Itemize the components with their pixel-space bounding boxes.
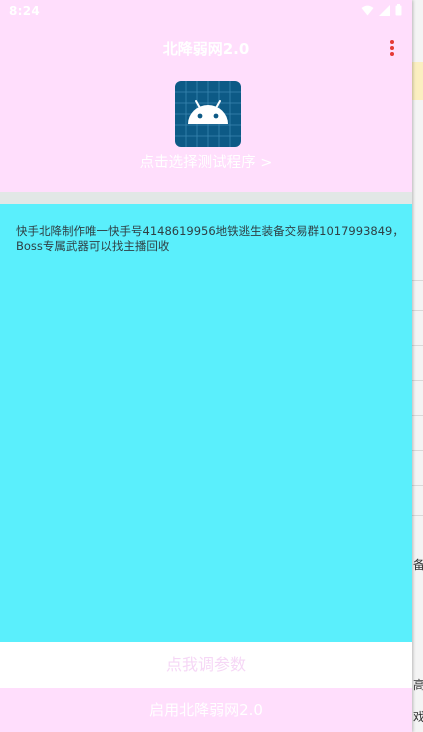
app-title: 北降弱网2.0 [162, 40, 250, 58]
app-header: 北降弱网2.0 点击选择测试程序 > [0, 24, 412, 192]
info-panel: 快手北降制作唯一快手号4148619956地铁逃生装备交易群1017993849… [0, 204, 412, 642]
start-button[interactable]: 启用北降弱网2.0 [0, 688, 412, 732]
background-divider [412, 450, 423, 451]
signal-icon [379, 4, 390, 16]
background-app-text: 戏 [413, 710, 423, 724]
background-app-banner [412, 62, 423, 100]
background-divider [412, 280, 423, 281]
status-icons [361, 4, 402, 16]
adjust-params-button[interactable]: 点我调参数 [0, 642, 412, 688]
app-window: 8:24 北降弱网2.0 点击选择测试程序 > 快手北降制作唯一快手号41486… [0, 0, 412, 732]
background-app-strip [412, 0, 423, 732]
battery-icon [395, 4, 402, 16]
background-divider [412, 310, 423, 311]
background-app-text: 备 [413, 558, 423, 572]
background-divider [412, 380, 423, 381]
select-program-link[interactable]: 点击选择测试程序 > [0, 151, 412, 172]
android-icon[interactable] [175, 81, 241, 147]
info-text: 快手北降制作唯一快手号4148619956地铁逃生装备交易群1017993849… [16, 224, 404, 253]
background-divider [412, 515, 423, 516]
background-divider [412, 415, 423, 416]
background-divider [412, 485, 423, 486]
status-bar: 8:24 [0, 0, 412, 24]
background-app-text: 高 [413, 678, 423, 692]
background-divider [412, 345, 423, 346]
status-time: 8:24 [9, 4, 41, 18]
wifi-icon [361, 5, 374, 15]
more-vert-icon[interactable] [384, 38, 400, 60]
section-divider [0, 192, 412, 204]
